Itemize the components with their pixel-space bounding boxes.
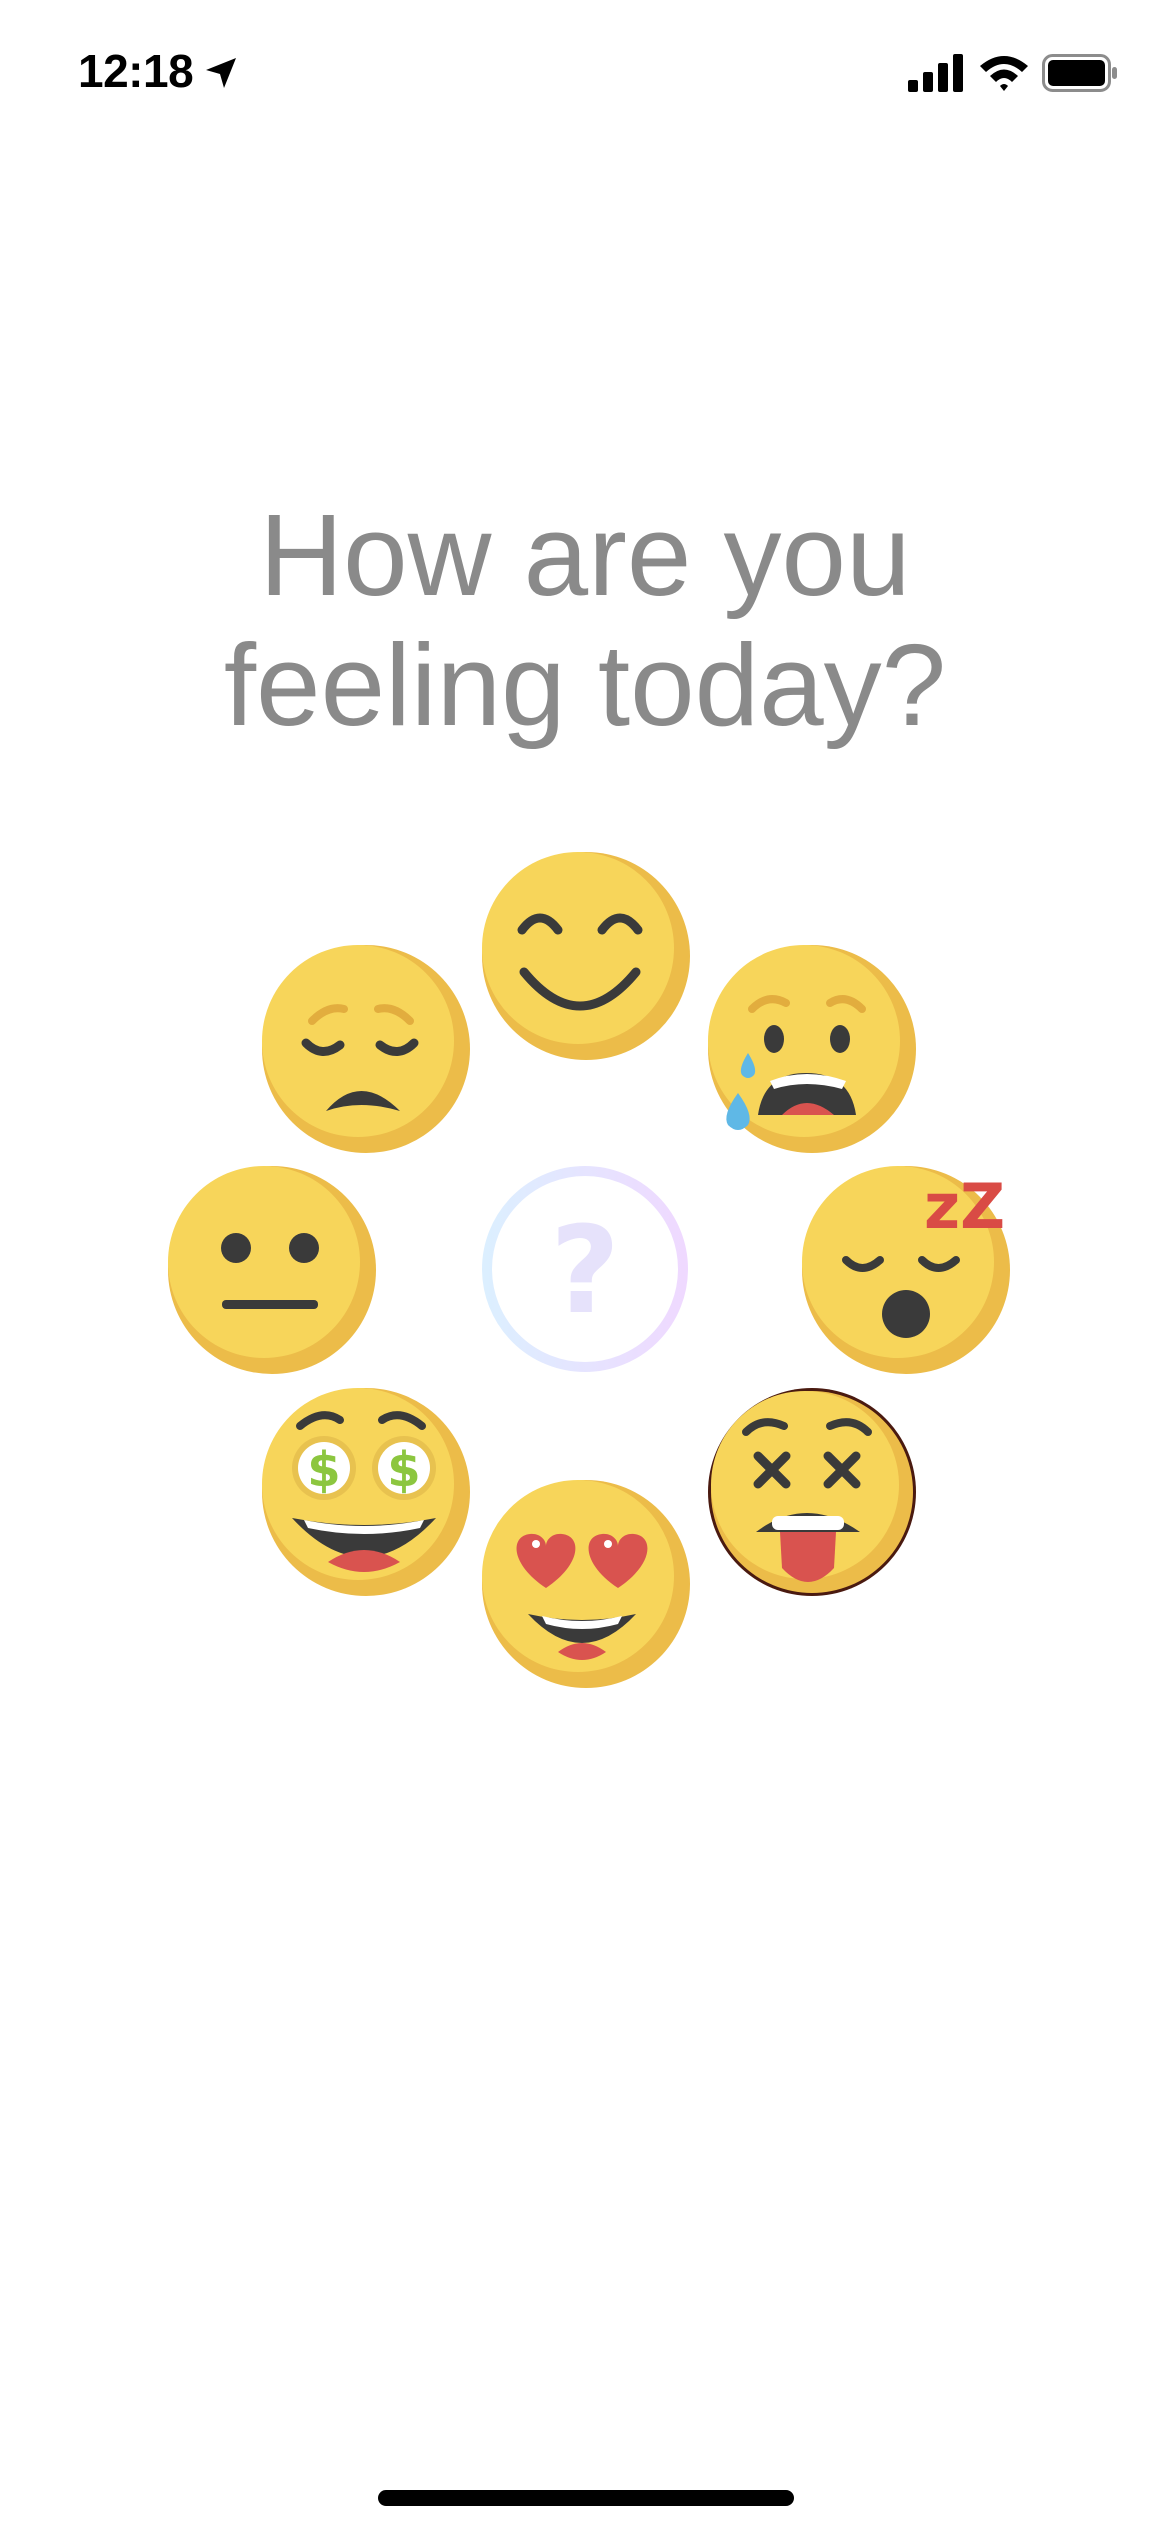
smiling-face-icon	[482, 852, 690, 1060]
cellular-signal-icon	[908, 54, 964, 92]
question-mark-glyph: ?	[550, 1202, 620, 1341]
mood-prompt: How are you feeling today?	[0, 490, 1170, 750]
mood-happy-button[interactable]	[480, 850, 692, 1062]
mood-love-button[interactable]	[480, 1478, 692, 1690]
money-left-eye: $	[307, 1442, 340, 1498]
mood-money-button[interactable]: $ $	[260, 1386, 472, 1598]
status-time: 12:18	[78, 45, 194, 97]
money-right-eye: $	[387, 1442, 420, 1498]
wifi-icon	[978, 52, 1030, 92]
crying-face-icon	[708, 945, 916, 1153]
mood-sleepy-button[interactable]: zZ	[800, 1164, 1012, 1376]
mood-prompt-line1: How are you	[259, 490, 911, 620]
status-bar: 12:18	[0, 0, 1170, 140]
home-indicator[interactable]	[378, 2490, 794, 2506]
mood-prompt-line2: feeling today?	[223, 620, 947, 750]
question-mark-icon: ?	[482, 1166, 688, 1372]
sleep-zz-text: zZ	[924, 1170, 1005, 1243]
mood-neutral-button[interactable]	[166, 1164, 378, 1376]
sleepy-face-icon: zZ	[802, 1166, 1010, 1374]
mood-dizzy-button[interactable]	[706, 1386, 918, 1598]
dizzy-tongue-face-icon	[708, 1388, 916, 1596]
sad-face-icon	[262, 945, 470, 1153]
heart-eyes-face-icon	[482, 1480, 690, 1688]
mood-sad-button[interactable]	[260, 943, 472, 1155]
battery-icon	[1042, 54, 1118, 92]
mood-crying-button[interactable]	[706, 943, 918, 1155]
mood-question-button[interactable]: ?	[480, 1164, 690, 1374]
money-eyes-face-icon: $ $	[262, 1388, 470, 1596]
neutral-face-icon	[168, 1166, 376, 1374]
location-arrow-icon	[204, 56, 238, 90]
